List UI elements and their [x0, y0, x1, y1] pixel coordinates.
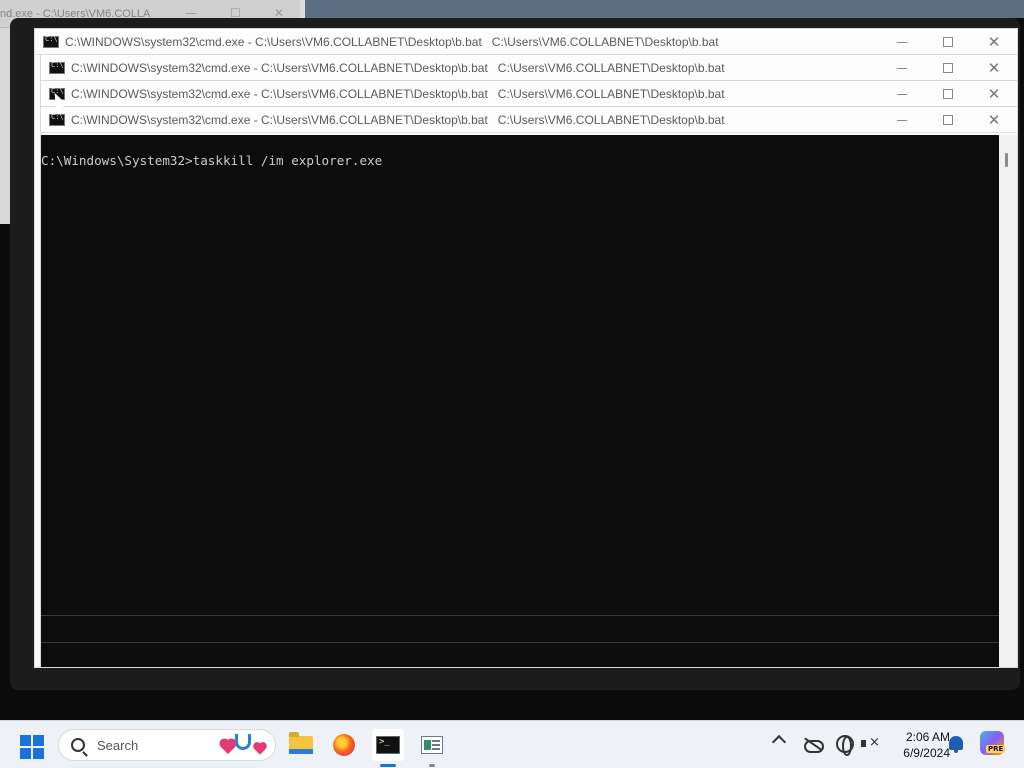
- scrollbar-thumb[interactable]: [1005, 153, 1008, 167]
- close-button[interactable]: ✕: [971, 55, 1017, 81]
- maximize-icon: [943, 63, 953, 73]
- cmd-window-2-titlebar[interactable]: C:\WINDOWS\system32\cmd.exe - C:\Users\V…: [41, 55, 1017, 81]
- folder-icon: [289, 732, 313, 754]
- console-divider: [41, 642, 1001, 643]
- window-title: C:\WINDOWS\system32\cmd.exe - C:\Users\V…: [65, 34, 482, 49]
- taskbar-terminal[interactable]: [372, 729, 404, 767]
- taskbar-file-explorer[interactable]: [285, 729, 317, 761]
- minimize-button[interactable]: [879, 55, 925, 81]
- close-icon: ✕: [987, 85, 1001, 103]
- window-subtitle: C:\Users\VM6.COLLABNET\Desktop\b.bat: [497, 60, 725, 75]
- search-placeholder: Search: [97, 737, 139, 753]
- search-highlight-icon: [219, 734, 267, 756]
- window-title: C:\WINDOWS\system32\cmd.exe - C:\Users\V…: [71, 60, 488, 75]
- close-button[interactable]: ✕: [971, 81, 1017, 107]
- taskbar-firefox[interactable]: [328, 729, 360, 761]
- background-window-edge: [0, 28, 10, 224]
- clock-date: 6/9/2024: [903, 746, 950, 760]
- running-app-indicator: [429, 764, 435, 767]
- maximize-icon: [943, 115, 953, 125]
- minimize-button[interactable]: [879, 81, 925, 107]
- clock-time: 2:06 AM: [905, 730, 950, 744]
- stethoscope-icon: [235, 734, 251, 750]
- windows-logo-icon-pane: [20, 748, 31, 759]
- cmd-window-4-titlebar[interactable]: C:\WINDOWS\system32\cmd.exe - C:\Users\V…: [41, 107, 1017, 133]
- close-icon: ✕: [987, 33, 1001, 51]
- maximize-icon: [943, 89, 953, 99]
- taskbar-window-app[interactable]: [416, 729, 448, 767]
- cmd-window-1-titlebar[interactable]: C:\WINDOWS\system32\cmd.exe - C:\Users\V…: [35, 29, 1017, 55]
- console-output[interactable]: C:\Windows\System32>taskkill /im explore…: [41, 135, 1001, 615]
- minimize-icon: [897, 93, 907, 95]
- cmd-window-3[interactable]: C:\WINDOWS\system32\cmd.exe - C:\Users\V…: [40, 80, 1018, 108]
- start-button[interactable]: [20, 735, 44, 759]
- copilot-preview-badge: PRE: [986, 745, 1006, 753]
- firefox-icon: [333, 734, 355, 756]
- maximize-button[interactable]: [925, 81, 971, 107]
- windows-logo-icon: [20, 735, 31, 746]
- cmd-icon: [49, 61, 65, 74]
- speaker-muted-icon[interactable]: [860, 735, 880, 753]
- console-lower-panel[interactable]: [41, 615, 1001, 667]
- window-subtitle: C:\Users\VM6.COLLABNET\Desktop\b.bat: [497, 86, 725, 101]
- onedrive-offline-icon[interactable]: [803, 735, 824, 753]
- taskbar: Search 2:06 AM 6/9/2024 PRE: [0, 720, 1024, 768]
- cmd-window-2[interactable]: C:\WINDOWS\system32\cmd.exe - C:\Users\V…: [40, 54, 1018, 82]
- console-command-line: C:\Windows\System32>taskkill /im explore…: [41, 153, 383, 168]
- minimize-icon: [897, 67, 907, 69]
- window-title: C:\WINDOWS\system32\cmd.exe - C:\Users\V…: [71, 112, 488, 127]
- window-app-icon: [421, 736, 443, 754]
- maximize-icon: [943, 37, 953, 47]
- close-icon: ✕: [987, 59, 1001, 77]
- windows-logo-icon-pane: [33, 735, 44, 746]
- network-globe-icon[interactable]: [836, 735, 854, 756]
- minimize-icon: [897, 41, 907, 43]
- maximize-button[interactable]: [925, 29, 971, 55]
- cmd-window-3-titlebar[interactable]: C:\WINDOWS\system32\cmd.exe - C:\Users\V…: [41, 81, 1017, 107]
- active-app-indicator: [380, 764, 396, 767]
- terminal-icon: [376, 736, 400, 754]
- window-subtitle: C:\Users\VM6.COLLABNET\Desktop\b.bat: [491, 34, 719, 49]
- maximize-button[interactable]: [925, 55, 971, 81]
- close-button[interactable]: ✕: [971, 107, 1017, 133]
- system-clock[interactable]: 2:06 AM 6/9/2024: [884, 729, 950, 761]
- minimize-icon: [897, 119, 907, 121]
- minimize-button[interactable]: [879, 29, 925, 55]
- console-scrollbar[interactable]: [999, 135, 1017, 667]
- maximize-button[interactable]: [925, 107, 971, 133]
- cmd-icon: [49, 113, 65, 126]
- close-button[interactable]: ✕: [971, 29, 1017, 55]
- window-subtitle: C:\Users\VM6.COLLABNET\Desktop\b.bat: [497, 112, 725, 127]
- desktop-wallpaper-strip: [300, 0, 1024, 18]
- heart-icon: [220, 739, 236, 755]
- cmd-window-4[interactable]: C:\WINDOWS\system32\cmd.exe - C:\Users\V…: [40, 106, 1018, 668]
- windows-logo-icon-pane: [33, 748, 44, 759]
- close-icon: ✕: [987, 111, 1001, 129]
- minimize-button[interactable]: [879, 107, 925, 133]
- notification-bell-icon[interactable]: [949, 736, 963, 753]
- cmd-icon: [43, 35, 59, 48]
- heart-icon: [254, 743, 266, 755]
- window-title: C:\WINDOWS\system32\cmd.exe - C:\Users\V…: [71, 86, 488, 101]
- search-icon: [71, 738, 85, 752]
- taskbar-search-box[interactable]: Search: [58, 729, 276, 761]
- show-hidden-icons-chevron-icon[interactable]: [771, 734, 787, 750]
